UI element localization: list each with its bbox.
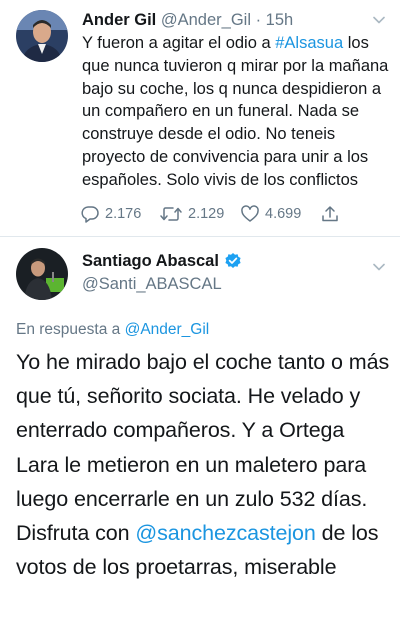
avatar-photo-icon bbox=[16, 248, 68, 300]
author-handle[interactable]: @Ander_Gil bbox=[161, 11, 251, 29]
share-button[interactable] bbox=[320, 203, 345, 225]
author-handle[interactable]: @Santi_ABASCAL bbox=[82, 274, 222, 294]
tweet-text-part: Yo he mirado bajo el coche tanto o más q… bbox=[16, 350, 390, 546]
heart-outline-icon bbox=[241, 205, 259, 222]
tweet-divider bbox=[0, 236, 400, 237]
reply-prefix: En respuesta a bbox=[16, 321, 125, 338]
reply-count: 2.176 bbox=[105, 206, 142, 222]
chevron-down-icon[interactable] bbox=[372, 260, 386, 274]
share-upload-icon bbox=[322, 206, 338, 222]
tweet-text: Yo he mirado bajo el coche tanto o más q… bbox=[16, 345, 392, 584]
reply-context: En respuesta a @Ander_Gil bbox=[16, 320, 209, 340]
tweet-ander-gil[interactable]: Ander Gil @Ander_Gil · 15h Y fueron a ag… bbox=[0, 0, 400, 236]
retweet-count: 2.129 bbox=[188, 206, 225, 222]
tweet-text-part: los que nunca tuvieron q mirar por la ma… bbox=[82, 34, 389, 189]
chevron-down-icon[interactable] bbox=[372, 13, 386, 27]
retweet-button[interactable]: 2.129 bbox=[159, 203, 224, 225]
avatar[interactable] bbox=[16, 248, 68, 300]
tweet-text-part: Y fueron a agitar el odio a bbox=[82, 34, 276, 52]
tweet-text: Y fueron a agitar el odio a #Alsasua los… bbox=[82, 32, 394, 192]
retweet-arrows-icon bbox=[160, 207, 182, 221]
author-name-row: Santiago Abascal bbox=[82, 251, 242, 271]
mention-link[interactable]: @sanchezcastejon bbox=[135, 521, 315, 545]
like-button[interactable]: 4.699 bbox=[240, 203, 301, 225]
like-count: 4.699 bbox=[265, 206, 302, 222]
avatar[interactable] bbox=[16, 10, 68, 62]
timestamp[interactable]: 15h bbox=[266, 11, 294, 29]
separator-dot: · bbox=[255, 11, 262, 29]
avatar-photo-icon bbox=[16, 10, 68, 62]
reply-handle-link[interactable]: @Ander_Gil bbox=[125, 321, 210, 338]
author-name[interactable]: Ander Gil bbox=[82, 11, 156, 29]
tweet-actions: 2.176 2.129 4.699 bbox=[80, 203, 370, 225]
hashtag-link[interactable]: #Alsasua bbox=[275, 34, 343, 52]
reply-button[interactable]: 2.176 bbox=[80, 203, 141, 225]
author-name[interactable]: Santiago Abascal bbox=[82, 251, 219, 271]
verified-badge-icon bbox=[225, 253, 241, 268]
comment-bubble-icon bbox=[81, 206, 99, 223]
tweet-header: Ander Gil @Ander_Gil · 15h bbox=[82, 10, 293, 30]
